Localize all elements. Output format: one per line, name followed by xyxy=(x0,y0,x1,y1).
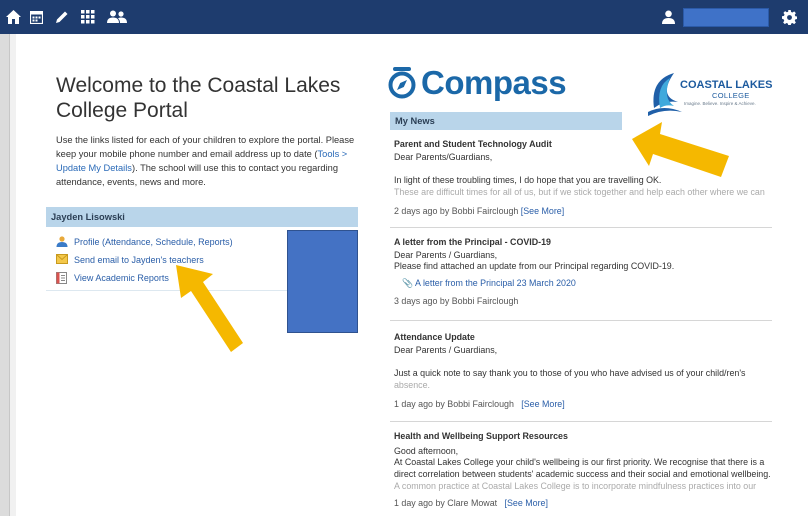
news-byline: 2 days ago by Bobbi Fairclough xyxy=(394,205,519,216)
news-meta: 1 day ago by Bobbi Fairclough [See More] xyxy=(394,399,774,411)
see-more-link[interactable]: [See More] xyxy=(505,498,548,508)
see-more-link[interactable]: [See More] xyxy=(521,399,564,409)
news-byline: 1 day ago by Clare Mowat xyxy=(394,497,498,508)
news-divider xyxy=(390,227,772,228)
paperclip-icon: 📎 xyxy=(402,278,414,289)
attachment-link[interactable]: 📎 A letter from the Principal 23 March 2… xyxy=(402,278,774,290)
top-nav-bar xyxy=(0,0,808,34)
annotation-arrow-news xyxy=(632,122,729,177)
report-icon xyxy=(56,272,68,284)
welcome-title: Welcome to the Coastal Lakes College Por… xyxy=(56,74,341,122)
news-body: Just a quick note to say thank you to th… xyxy=(394,368,746,379)
news-greeting: Dear Parents / Guardians, xyxy=(394,344,498,355)
news-body: Please find attached an update from our … xyxy=(394,261,675,272)
profile-link[interactable]: Profile (Attendance, Schedule, Reports) xyxy=(56,236,233,247)
grid-icon[interactable] xyxy=(80,7,96,27)
news-title[interactable]: Attendance Update xyxy=(394,332,774,344)
academic-reports-link[interactable]: View Academic Reports xyxy=(56,272,169,284)
see-more-link[interactable]: [See More] xyxy=(521,206,564,216)
intro-text-1: Use the links listed for each of your ch… xyxy=(56,135,355,159)
news-meta: 2 days ago by Bobbi Fairclough [See More… xyxy=(394,206,774,218)
news-byline: 3 days ago by Bobbi Fairclough xyxy=(394,295,519,306)
left-rail-edge xyxy=(10,34,16,516)
pencil-icon[interactable] xyxy=(54,7,70,27)
news-meta: 1 day ago by Clare Mowat [See More] xyxy=(394,498,774,510)
school-name: COASTAL LAKES xyxy=(680,79,773,91)
news-body: At Coastal Lakes College your child's we… xyxy=(394,457,771,480)
welcome-intro: Use the links listed for each of your ch… xyxy=(56,133,356,189)
school-wave-icon xyxy=(648,73,682,116)
news-greeting: Dear Parents / Guardians, xyxy=(394,249,498,260)
email-teachers-link[interactable]: Send email to Jayden's teachers xyxy=(56,254,204,265)
user-icon[interactable] xyxy=(660,7,676,27)
news-divider xyxy=(390,320,772,321)
school-logo: COASTAL LAKES COLLEGE Imagine. Believe. … xyxy=(644,70,774,120)
news-title[interactable]: Health and Wellbeing Support Resources xyxy=(394,431,774,443)
compass-mark-icon xyxy=(388,67,416,99)
news-item: Attendance Update Dear Parents / Guardia… xyxy=(394,332,774,411)
profile-link-label: Profile (Attendance, Schedule, Reports) xyxy=(74,236,233,247)
calendar-icon[interactable] xyxy=(28,7,44,27)
home-icon[interactable] xyxy=(5,7,21,27)
annotation-arrow-email xyxy=(176,265,243,352)
news-byline: 1 day ago by Bobbi Fairclough xyxy=(394,398,514,409)
compass-logo: Compass xyxy=(387,63,567,103)
profile-icon xyxy=(56,236,68,247)
compass-wordmark: Compass xyxy=(421,64,567,101)
attachment-label: A letter from the Principal 23 March 202… xyxy=(415,278,576,289)
school-subtitle: COLLEGE xyxy=(712,91,750,100)
my-news-header: My News xyxy=(390,112,622,130)
news-faded-text: absence. xyxy=(394,380,431,391)
news-faded-text: A common practice at Coastal Lakes Colle… xyxy=(394,480,757,491)
left-scroll-rail xyxy=(0,34,10,516)
gear-icon[interactable] xyxy=(780,7,798,27)
news-faded-text: These are difficult times for all of us,… xyxy=(394,187,765,198)
email-link-label: Send email to Jayden's teachers xyxy=(74,254,204,265)
news-divider xyxy=(390,421,772,422)
news-item: A letter from the Principal - COVID-19 D… xyxy=(394,237,774,308)
people-icon[interactable] xyxy=(106,7,128,27)
news-greeting: Good afternoon, xyxy=(394,445,459,456)
news-item: Health and Wellbeing Support Resources G… xyxy=(394,431,774,509)
email-icon xyxy=(56,254,68,265)
reports-link-label: View Academic Reports xyxy=(74,272,169,283)
student-name-header: Jayden Lisowski xyxy=(46,207,358,227)
news-title[interactable]: A letter from the Principal - COVID-19 xyxy=(394,237,774,249)
school-tagline: Imagine. Believe. Inspire & Achieve. xyxy=(684,101,756,106)
redacted-user-field[interactable] xyxy=(683,8,769,27)
redacted-student-photo xyxy=(287,230,358,333)
